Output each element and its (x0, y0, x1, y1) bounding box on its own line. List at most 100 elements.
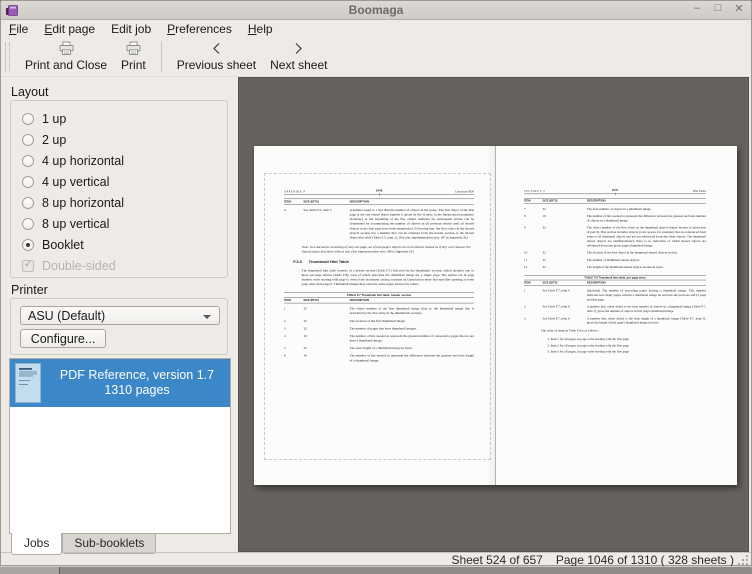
layout-option-label: 8 up vertical (42, 217, 109, 231)
print-label: Print (121, 58, 146, 72)
table-row: 132The object number of the first thumbn… (284, 306, 474, 315)
layout-groupbox: 1 up 2 up 4 up horizontal 4 up vertical 8 up… (10, 100, 228, 278)
tab-sub-booklets[interactable]: Sub-booklets (62, 534, 156, 554)
job-list-item[interactable]: PDF Reference, version 1.7 1310 pages (10, 359, 230, 407)
statusbar: Sheet 524 of 657 Page 1046 of 1310 ( 328… (1, 552, 751, 567)
table-row: 3See Table F.7, item 6A number that, whe… (524, 316, 706, 325)
jobs-list: PDF Reference, version 1.7 1310 pages (9, 358, 231, 534)
layout-option-4-up-horizontal[interactable]: 4 up horizontal (22, 150, 227, 171)
table-row: 932The object number of the first object… (524, 225, 706, 247)
status-page-counter: Page 1046 of 1310 ( 328 sheets ) (556, 553, 734, 567)
titlebar[interactable]: Boomaga – □ ✕ (1, 1, 751, 20)
menu-help[interactable]: Help (240, 22, 281, 36)
minimize-icon[interactable]: – (691, 2, 703, 15)
table-row: 1232The length of the thumbnail shared o… (524, 265, 706, 269)
table-row: 1032The location of the first object in … (524, 250, 706, 254)
layout-option-4-up-vertical[interactable]: 4 up vertical (22, 171, 227, 192)
ordered-list-item: 1. Item 1 for all pages, in page order s… (547, 337, 706, 341)
resize-grip-icon[interactable] (738, 555, 748, 565)
table-header-row: ITEMSIZE (BITS)DESCRIPTION (524, 280, 706, 286)
table-row: 1See Table F.7, item 4(Optional) The num… (524, 288, 706, 301)
radio-icon[interactable] (22, 113, 34, 125)
double-sided-checkbox-row: Double-sided (22, 255, 227, 276)
table-row: 732The least number of objects in a thum… (524, 207, 706, 211)
job-thumbnail (15, 363, 41, 403)
close-icon[interactable]: ✕ (733, 2, 745, 15)
table-row: 1132The number of thumbnail shared objec… (524, 258, 706, 262)
printer-groupbox: ASU (Default) Configure... (10, 298, 228, 355)
layout-option-2-up[interactable]: 2 up (22, 129, 227, 150)
layout-option-booklet[interactable]: Booklet (22, 234, 227, 255)
job-title: PDF Reference, version 1.7 (49, 368, 225, 383)
layout-option-label: Booklet (42, 238, 84, 252)
radio-icon[interactable] (22, 197, 34, 209)
configure-button[interactable]: Configure... (20, 329, 106, 348)
table-row: 616The number of bits needed to represen… (284, 353, 474, 362)
window-title: Boomaga (1, 3, 751, 17)
layout-section-label: Layout (11, 85, 49, 99)
layout-option-8-up-vertical[interactable]: 8 up vertical (22, 213, 227, 234)
radio-icon[interactable] (22, 176, 34, 188)
checkbox-icon (22, 260, 34, 272)
note-paragraph: Note: In a document consisting of only o… (302, 244, 474, 253)
table-header-row: ITEMSIZE (BITS)DESCRIPTION (284, 297, 474, 303)
double-sided-label: Double-sided (42, 259, 116, 273)
boomaga-window: Boomaga – □ ✕ FileEdit pageEdit jobPrefe… (0, 0, 752, 566)
menubar: FileEdit pageEdit jobPreferencesHelp (1, 21, 751, 36)
layout-option-1-up[interactable]: 1 up (22, 108, 227, 129)
table-header-row: ITEMSIZE (BITS)DESCRIPTION (524, 198, 706, 204)
layout-option-label: 4 up horizontal (42, 154, 124, 168)
radio-icon[interactable] (22, 239, 34, 251)
table-row: 232The location of the first thumbnail i… (284, 318, 474, 323)
page-running-header: SECTION F.31047Hint Tables (524, 186, 706, 194)
radio-icon[interactable] (22, 155, 34, 167)
chevron-right-icon (292, 40, 305, 56)
status-sheet-counter: Sheet 524 of 657 (451, 553, 542, 567)
print-and-close-button[interactable]: Print and Close (18, 39, 114, 73)
printer-icon (125, 40, 142, 56)
printer-select-value: ASU (Default) (28, 309, 105, 323)
menu-preferences[interactable]: Preferences (159, 22, 240, 36)
layout-option-label: 8 up horizontal (42, 196, 124, 210)
layout-option-8-up-horizontal[interactable]: 8 up horizontal (22, 192, 227, 213)
radio-icon[interactable] (22, 218, 34, 230)
table-row: 2See Table F.7, item 6A number that, whe… (524, 304, 706, 313)
previous-sheet-button[interactable]: Previous sheet (170, 39, 263, 73)
layout-option-label: 1 up (42, 112, 66, 126)
sidebar: Layout 1 up 2 up 4 up horizontal 4 up verti… (9, 77, 231, 552)
configure-button-label: Configure... (31, 332, 96, 346)
printer-section-label: Printer (11, 283, 48, 297)
booklet-sheet[interactable]: APPENDIX F1046Linearized PDFITEMSIZE (BI… (254, 146, 737, 485)
body-paragraph: The thumbnail hint table consists of a h… (302, 268, 474, 286)
printer-icon (58, 40, 75, 56)
ordered-list-item: 2. Item 2 for all pages, in page order s… (547, 343, 706, 347)
tab-jobs[interactable]: Jobs (11, 533, 62, 555)
maximize-icon[interactable]: □ (712, 2, 724, 15)
table-row: 816The number of bits needed to represen… (524, 214, 706, 223)
toolbar-drag-handle[interactable] (5, 43, 10, 71)
table-row: 4See Table F.5, item 5A number equal to … (284, 207, 474, 239)
body-paragraph: The order of items in Table F.8 is as fo… (541, 328, 706, 332)
menu-file[interactable]: File (9, 22, 36, 36)
next-sheet-button[interactable]: Next sheet (263, 39, 334, 73)
layout-option-label: 2 up (42, 133, 66, 147)
section-heading: F.3.3Thumbnail Hint Table (293, 260, 474, 265)
radio-icon[interactable] (22, 134, 34, 146)
previous-sheet-label: Previous sheet (177, 58, 256, 72)
chevron-left-icon (210, 40, 223, 56)
preview-page-right[interactable]: SECTION F.31047Hint Tables ITEMSIZE (BITS… (496, 146, 737, 485)
table-row: 332The number of pages that have thumbna… (284, 326, 474, 331)
job-page-count: 1310 pages (49, 383, 225, 398)
menu-edit-page[interactable]: Edit page (36, 22, 103, 36)
preview-page-left[interactable]: APPENDIX F1046Linearized PDFITEMSIZE (BI… (254, 146, 495, 485)
toolbar-separator (161, 41, 162, 72)
ordered-list-item: 3. Item 3 for all pages, in page order s… (547, 349, 706, 353)
dropdown-arrow-icon (203, 315, 211, 319)
menu-edit-job[interactable]: Edit job (103, 22, 159, 36)
layout-option-label: 4 up vertical (42, 175, 109, 189)
print-button[interactable]: Print (114, 39, 153, 73)
table-row: 532The least length of a thumbnail image… (284, 346, 474, 351)
table-row: 416The number of bits needed to represen… (284, 334, 474, 343)
sheet-preview-area: APPENDIX F1046Linearized PDFITEMSIZE (BI… (238, 77, 749, 552)
printer-select[interactable]: ASU (Default) (20, 306, 220, 325)
